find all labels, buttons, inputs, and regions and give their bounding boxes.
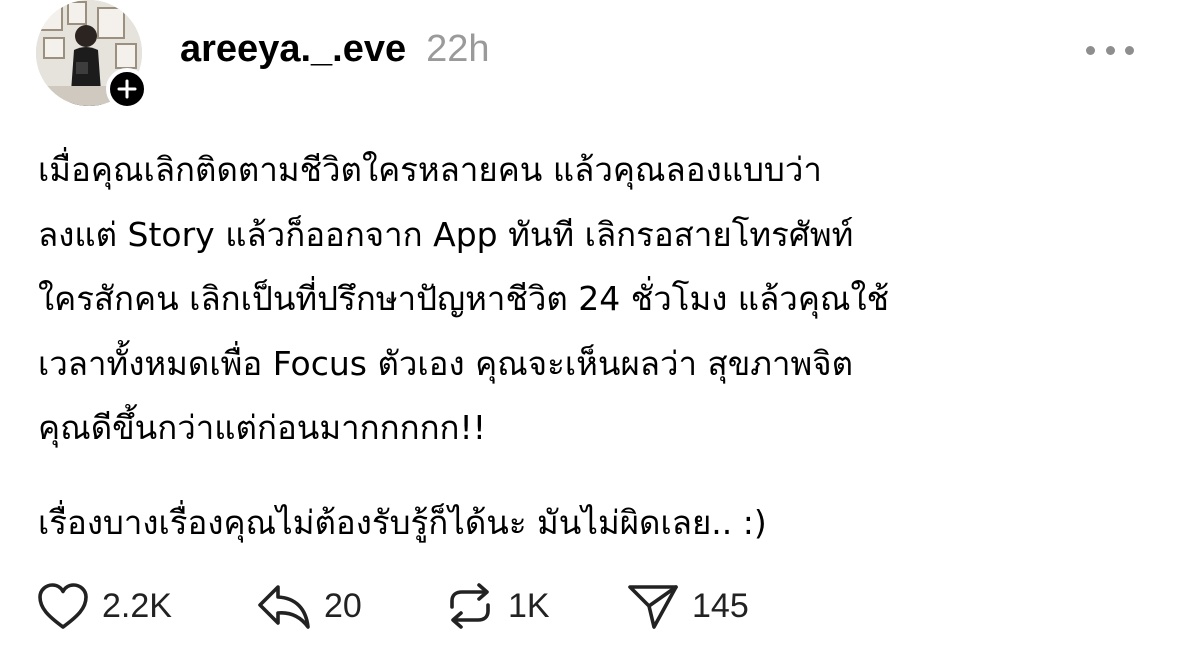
more-horizontal-icon: [1086, 45, 1095, 55]
more-options-button[interactable]: [1086, 38, 1134, 62]
reply-count: 20: [324, 586, 362, 625]
post-header: areeya._.eve 22h: [180, 28, 490, 78]
heart-icon: [38, 583, 88, 629]
plus-icon: [117, 79, 137, 99]
repost-button[interactable]: 1K: [444, 581, 626, 631]
follow-button[interactable]: [106, 68, 148, 110]
repost-count: 1K: [508, 586, 550, 625]
send-icon: [628, 585, 678, 629]
action-bar: 2.2K 20 1K 145: [36, 578, 786, 634]
share-count: 145: [692, 586, 749, 625]
more-dot: [1105, 45, 1115, 55]
post-paragraph: เมื่อคุณเลิกติดตามชีวิตใครหลายคน แล้วคุณ…: [38, 150, 890, 448]
timestamp: 22h: [426, 28, 490, 70]
like-count: 2.2K: [102, 586, 172, 625]
avatar-container[interactable]: [36, 0, 148, 112]
reply-button[interactable]: 20: [256, 581, 444, 631]
reply-arrow-icon: [258, 585, 310, 629]
more-dot: [1125, 45, 1134, 55]
repost-icon: [450, 583, 490, 629]
share-button[interactable]: 145: [626, 581, 786, 631]
like-button[interactable]: 2.2K: [36, 581, 256, 631]
post-paragraph: เรื่องบางเรื่องคุณไม่ต้องรับรู้ก็ได้นะ ม…: [38, 502, 767, 542]
post-body: เมื่อคุณเลิกติดตามชีวิตใครหลายคน แล้วคุณ…: [38, 138, 1158, 556]
username[interactable]: areeya._.eve: [180, 28, 406, 71]
